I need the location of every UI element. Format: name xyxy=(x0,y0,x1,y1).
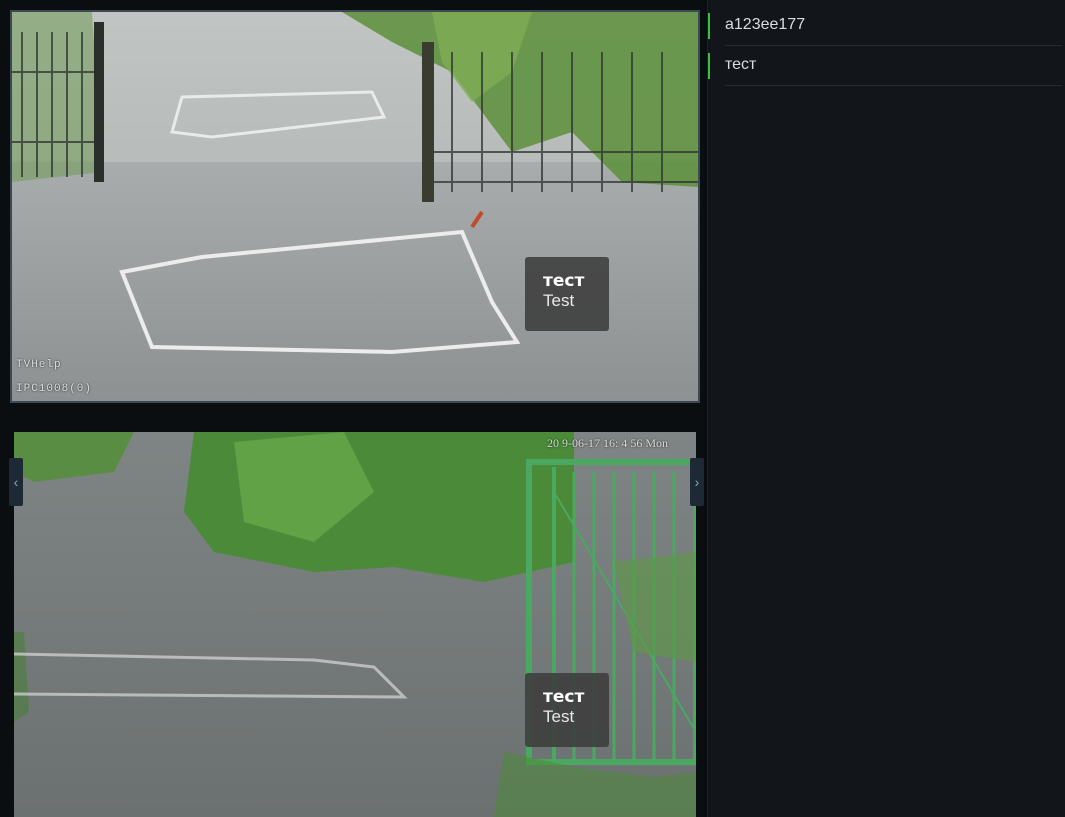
camera-2-frame xyxy=(14,432,696,817)
active-indicator xyxy=(708,53,710,79)
video-grid: TVHelp IPC1008(0) тест Test 20 9-06-17 1… xyxy=(0,0,707,817)
camera-1-osd-id: IPC1008(0) xyxy=(16,383,93,395)
camera-1-detection-tag[interactable]: тест Test xyxy=(525,257,609,331)
chevron-right-icon: › xyxy=(694,474,700,490)
camera-view-2[interactable]: 20 9-06-17 16: 4 56 Mon тест Test xyxy=(14,432,696,817)
camera-2-timestamp: 20 9-06-17 16: 4 56 Mon xyxy=(547,436,668,450)
sidebar-item-label: a123ee177 xyxy=(725,16,806,33)
camera-1-frame xyxy=(12,12,698,401)
sidebar-item-test[interactable]: тест xyxy=(708,45,1062,86)
sidebar-item-label: тест xyxy=(725,56,757,73)
tag-title: тест xyxy=(543,687,585,707)
previous-page-button[interactable]: ‹ xyxy=(9,458,23,506)
sidebar: a123ee177 тест xyxy=(707,0,1065,817)
tag-subtitle: Test xyxy=(543,291,575,310)
active-indicator xyxy=(708,13,710,39)
tag-title: тест xyxy=(543,271,585,291)
divider xyxy=(725,85,1062,86)
camera-view-1[interactable]: TVHelp IPC1008(0) тест Test xyxy=(10,10,700,403)
tag-subtitle: Test xyxy=(543,707,575,726)
chevron-left-icon: ‹ xyxy=(13,474,19,490)
camera-2-detection-tag[interactable]: тест Test xyxy=(525,673,609,747)
camera-1-osd-label: TVHelp xyxy=(16,359,62,371)
sidebar-item-a123ee177[interactable]: a123ee177 xyxy=(708,5,1062,46)
next-page-button[interactable]: › xyxy=(690,458,704,506)
